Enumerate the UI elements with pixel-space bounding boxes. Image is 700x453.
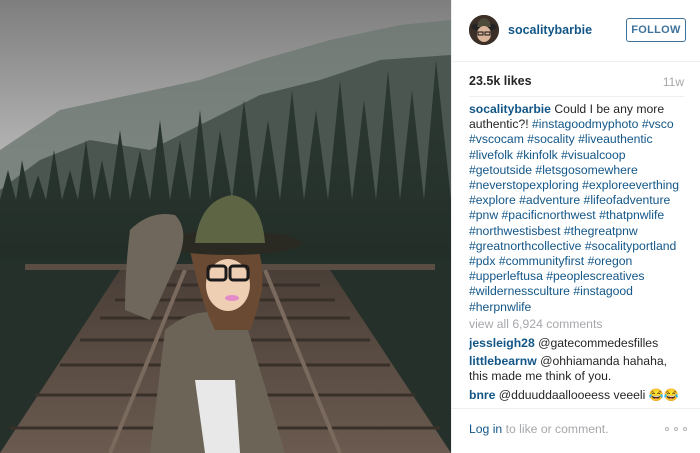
comment-username[interactable]: littlebearnw: [469, 354, 537, 368]
post-age[interactable]: 11w: [663, 75, 684, 89]
more-dot: [674, 427, 678, 431]
hashtag-link[interactable]: #visualcoop: [561, 148, 625, 162]
comment-item: littlebearnw @ohhiamanda hahaha, this ma…: [469, 354, 689, 384]
comment-entries: jessleigh28 @gatecommedesfilles littlebea…: [469, 336, 689, 402]
likes-count[interactable]: 23.5k likes: [469, 74, 532, 88]
hashtag-link[interactable]: #upperleftusa: [469, 269, 543, 283]
comment-item: jessleigh28 @gatecommedesfilles: [469, 336, 689, 351]
comment-text: @dduuddaallooeess veeeli 😂😂😂: [498, 387, 680, 402]
post-caption: socalitybarbie Could I be any more authe…: [469, 102, 689, 315]
comment-username[interactable]: jessleigh28: [469, 336, 535, 350]
hashtag-link[interactable]: #northwestisbest: [469, 224, 560, 238]
hashtag-link[interactable]: #wildernessculture: [469, 284, 570, 298]
post-sidebar: socalitybarbie FOLLOW 23.5k likes 11w so…: [451, 0, 700, 453]
hashtag-link[interactable]: #vsco: [642, 117, 674, 131]
hashtag-link[interactable]: #explore: [469, 193, 516, 207]
hashtag-link[interactable]: #letsgosomewhere: [535, 163, 637, 177]
post-header: socalitybarbie FOLLOW: [452, 0, 700, 62]
hashtag-link[interactable]: #neverstopexploring: [469, 178, 579, 192]
hashtag-link[interactable]: #greatnorthcollective: [469, 239, 581, 253]
stats-divider: [469, 96, 684, 97]
comment-text: @gatecommedesfilles: [534, 336, 659, 351]
hashtag-link[interactable]: #pdx: [469, 254, 495, 268]
follow-button[interactable]: FOLLOW: [626, 18, 686, 42]
hashtag-link[interactable]: #instagoodmyphoto: [532, 117, 638, 131]
hashtag-link[interactable]: #instagood: [573, 284, 633, 298]
hashtag-link[interactable]: #pnw: [469, 208, 498, 222]
comment-item: bnre @dduuddaallooeess veeeli 😂😂😂: [469, 388, 689, 402]
more-dot: [665, 427, 669, 431]
hashtag-link[interactable]: #socality: [527, 132, 574, 146]
post-stats: 23.5k likes 11w: [469, 74, 684, 92]
caption-username[interactable]: socalitybarbie: [469, 102, 551, 116]
comment-username[interactable]: bnre: [469, 388, 495, 402]
hashtag-link[interactable]: #adventure: [519, 193, 580, 207]
hashtag-link[interactable]: #thatpnwlife: [599, 208, 664, 222]
view-all-comments-link[interactable]: view all 6,924 comments: [469, 317, 689, 332]
hashtag-link[interactable]: #exploreeverthing: [582, 178, 679, 192]
avatar-image: [469, 15, 499, 45]
login-prompt: Log in to like or comment.: [469, 422, 609, 436]
photo-scene: [0, 0, 451, 453]
hashtag-link[interactable]: #peoplescreatives: [546, 269, 644, 283]
hashtag-link[interactable]: #herpnwlife: [469, 300, 531, 314]
post-photo[interactable]: [0, 0, 451, 453]
hashtag-link[interactable]: #livefolk: [469, 148, 513, 162]
hashtag-link[interactable]: #socalityportland: [585, 239, 676, 253]
hashtag-link[interactable]: #liveauthentic: [578, 132, 653, 146]
avatar[interactable]: [469, 15, 499, 45]
post-container: socalitybarbie FOLLOW 23.5k likes 11w so…: [0, 0, 700, 453]
hashtag-link[interactable]: #thegreatpnw: [564, 224, 638, 238]
hashtag-link[interactable]: #communityfirst: [499, 254, 584, 268]
hashtag-link[interactable]: #lifeofadventure: [584, 193, 671, 207]
caption-hashtags: #instagoodmyphoto #vsco #vscocam #socali…: [469, 117, 679, 313]
login-link[interactable]: Log in: [469, 422, 502, 436]
hashtag-link[interactable]: #kinfolk: [516, 148, 557, 162]
login-prompt-text: to like or comment.: [502, 422, 609, 436]
post-footer: Log in to like or comment.: [452, 408, 700, 453]
hashtag-link[interactable]: #pacificnorthwest: [502, 208, 596, 222]
username-link[interactable]: socalitybarbie: [508, 23, 592, 37]
hashtag-link[interactable]: #getoutside: [469, 163, 532, 177]
hashtag-link[interactable]: #vscocam: [469, 132, 524, 146]
more-dot: [683, 427, 687, 431]
comments-list[interactable]: socalitybarbie Could I be any more authe…: [469, 102, 689, 402]
more-options-icon[interactable]: [665, 425, 687, 433]
hashtag-link[interactable]: #oregon: [588, 254, 633, 268]
